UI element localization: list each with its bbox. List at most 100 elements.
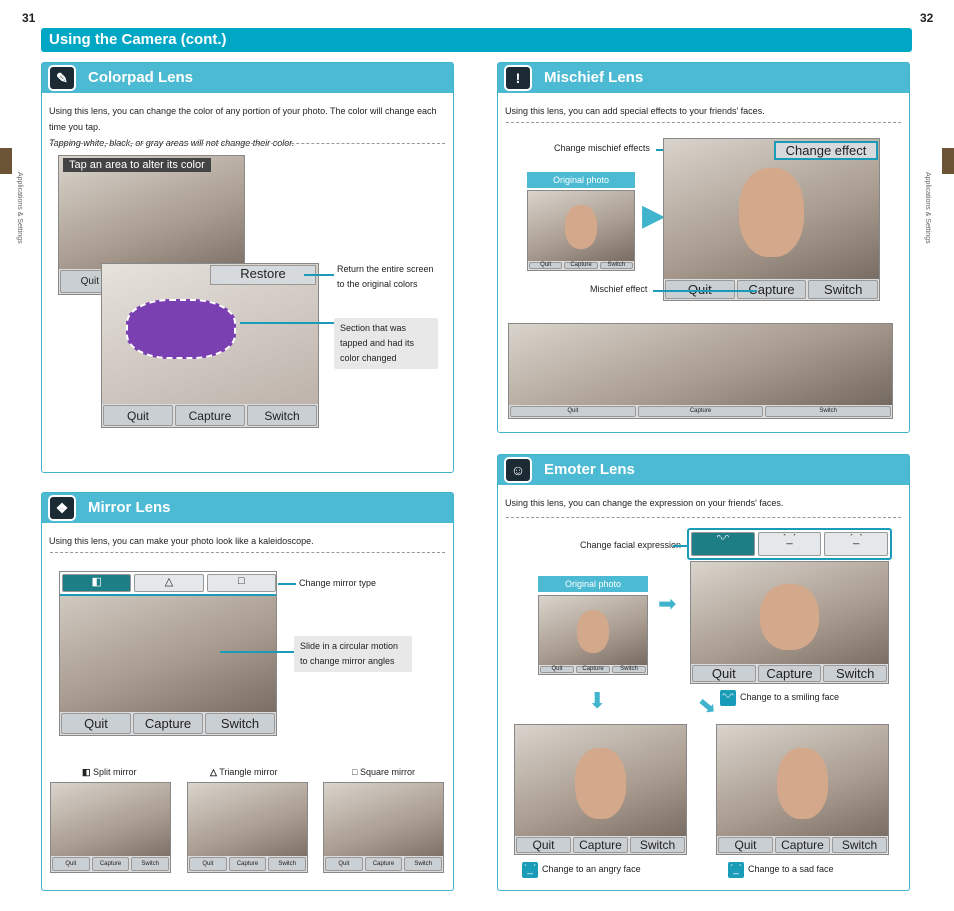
divider <box>506 517 901 518</box>
quit-button[interactable]: Quit <box>510 405 636 417</box>
mirror-desc-text: Using this lens, you can make your photo… <box>49 536 314 546</box>
switch-button[interactable]: Switch <box>599 261 633 269</box>
face <box>759 583 820 651</box>
quit-button[interactable]: Quit <box>61 713 131 734</box>
capture-button[interactable]: Capture <box>757 664 822 682</box>
capture-button[interactable]: Capture <box>576 665 610 673</box>
mirror-title-text: Mirror Lens <box>88 499 171 516</box>
angry-button[interactable]: ˋ_ˊ <box>757 532 822 556</box>
sad-button[interactable]: ˊ_ˋ <box>824 532 889 556</box>
switch-button[interactable]: Switch <box>765 405 892 417</box>
triangle-mirror-screen: Quit Capture Switch <box>187 782 308 873</box>
divider <box>50 143 445 144</box>
screen-bar: QuitCaptureSwitch <box>528 260 634 270</box>
quit-button[interactable]: Quit <box>529 261 563 269</box>
page-number-right: 32 <box>920 11 934 25</box>
face <box>576 610 610 653</box>
sad-text: Change to a sad face <box>748 864 834 874</box>
mischief-desc-text: Using this lens, you can add special eff… <box>505 106 765 116</box>
square-mirror-button[interactable]: □ <box>206 574 276 592</box>
quit-button[interactable]: Quit <box>718 836 773 853</box>
mischief-effect-screen: Change effect QuitCaptureSwitch <box>663 138 880 301</box>
angry-icon: ˋ_ˊ <box>522 862 538 878</box>
capture-button[interactable]: Capture <box>175 405 245 426</box>
callout-line <box>673 545 687 547</box>
switch-button[interactable]: Switch <box>612 665 646 673</box>
emoter-title: ☺ Emoter Lens <box>498 455 909 485</box>
arrow-down-icon: ⬇ <box>588 688 607 713</box>
smile-icon: ᵔᵕᵔ <box>720 690 736 706</box>
face <box>574 748 627 820</box>
callout-line <box>220 651 294 653</box>
switch-button[interactable]: Switch <box>205 713 275 734</box>
emoter-desc-text: Using this lens, you can change the expr… <box>505 498 784 508</box>
quit-button[interactable]: Quit <box>540 665 574 673</box>
square-mirror-icon: □ <box>352 767 358 777</box>
quit-button[interactable]: Quit <box>189 856 227 871</box>
split-mirror-screen: Quit Capture Switch <box>50 782 171 873</box>
smile-button[interactable]: ᵔᵕᵔ <box>691 532 755 556</box>
quit-button[interactable]: Quit <box>325 856 363 871</box>
angry-text: Change to an angry face <box>542 864 641 874</box>
triangle-mirror-button[interactable]: △ <box>134 574 204 592</box>
split-mirror-icon: ◧ <box>82 767 91 777</box>
quit-button[interactable]: Quit <box>692 664 756 682</box>
quit-button[interactable]: Quit <box>516 836 571 853</box>
angry-screen: Quit Capture Switch <box>514 724 687 855</box>
mischief-title: ! Mischief Lens <box>498 63 909 93</box>
face <box>739 167 804 257</box>
mischief-icon: ! <box>504 65 532 91</box>
capture-button[interactable]: Capture <box>775 836 830 853</box>
split-mirror-button[interactable]: ◧ <box>62 574 132 592</box>
switch-button[interactable]: Switch <box>630 836 685 853</box>
mirror-screen: ◧ △ □ Quit Capture Switch <box>59 571 277 736</box>
mirror-title: ❖ Mirror Lens <box>42 493 453 523</box>
mischief-title-text: Mischief Lens <box>544 69 644 86</box>
original-photo-label: Original photo <box>527 172 635 188</box>
callout-line <box>653 290 757 292</box>
mirror-type-toolbar: ◧ △ □ <box>60 572 276 596</box>
quit-button[interactable]: Quit <box>52 856 90 871</box>
capture-button[interactable]: Capture <box>91 856 130 871</box>
switch-button[interactable]: Switch <box>832 836 887 853</box>
section-header: Using the Camera (cont.) <box>41 28 912 52</box>
triangle-mirror-label: △ Triangle mirror <box>210 765 277 780</box>
capture-button[interactable]: Capture <box>637 405 764 417</box>
smile-callout: ᵔᵕᵔ Change to a smiling face <box>720 690 839 706</box>
callout-mirror-type: Change mirror type <box>299 578 377 588</box>
switch-button[interactable]: Switch <box>808 280 879 299</box>
side-tab-right <box>942 148 954 174</box>
square-mirror-label: □ Square mirror <box>352 765 415 780</box>
screen-bar: QuitCaptureSwitch <box>60 712 276 735</box>
callout-line <box>240 322 334 324</box>
mischief-panel: ! Mischief Lens Using this lens, you can … <box>497 62 910 433</box>
split-mirror-text: Split mirror <box>93 767 137 777</box>
switch-button[interactable]: Switch <box>268 856 307 871</box>
mirror-panel: ❖ Mirror Lens Using this lens, you can ma… <box>41 492 454 891</box>
divider <box>506 122 901 123</box>
switch-button[interactable]: Switch <box>131 856 170 871</box>
screen-prompt: Tap an area to alter its color <box>63 158 211 172</box>
capture-button[interactable]: Capture <box>573 836 628 853</box>
change-effect-button[interactable]: Change effect <box>774 141 878 160</box>
callout-line <box>278 583 296 585</box>
triangle-mirror-text: Triangle mirror <box>219 767 278 777</box>
colorpad-title-text: Colorpad Lens <box>88 69 194 86</box>
recolored-section <box>126 299 236 359</box>
quit-button[interactable]: Quit <box>103 405 173 426</box>
switch-button[interactable]: Switch <box>247 405 317 426</box>
mischief-desc: Using this lens, you can add special eff… <box>505 103 901 119</box>
capture-button[interactable]: Capture <box>564 261 598 269</box>
side-tab-left <box>0 148 12 174</box>
capture-button[interactable]: Capture <box>228 856 267 871</box>
divider <box>50 552 445 553</box>
switch-button[interactable]: Switch <box>404 856 443 871</box>
restore-button[interactable]: Restore <box>210 265 316 285</box>
angry-callout: ˋ_ˊ Change to an angry face <box>522 862 641 878</box>
switch-button[interactable]: Switch <box>823 664 888 682</box>
screen-bar: QuitCaptureSwitch <box>324 855 443 872</box>
capture-button[interactable]: Capture <box>133 713 203 734</box>
colorpad-desc-text: Using this lens, you can change the colo… <box>49 106 437 132</box>
capture-button[interactable]: Capture <box>364 856 403 871</box>
colorpad-panel: ✎ Colorpad Lens Using this lens, you can … <box>41 62 454 473</box>
